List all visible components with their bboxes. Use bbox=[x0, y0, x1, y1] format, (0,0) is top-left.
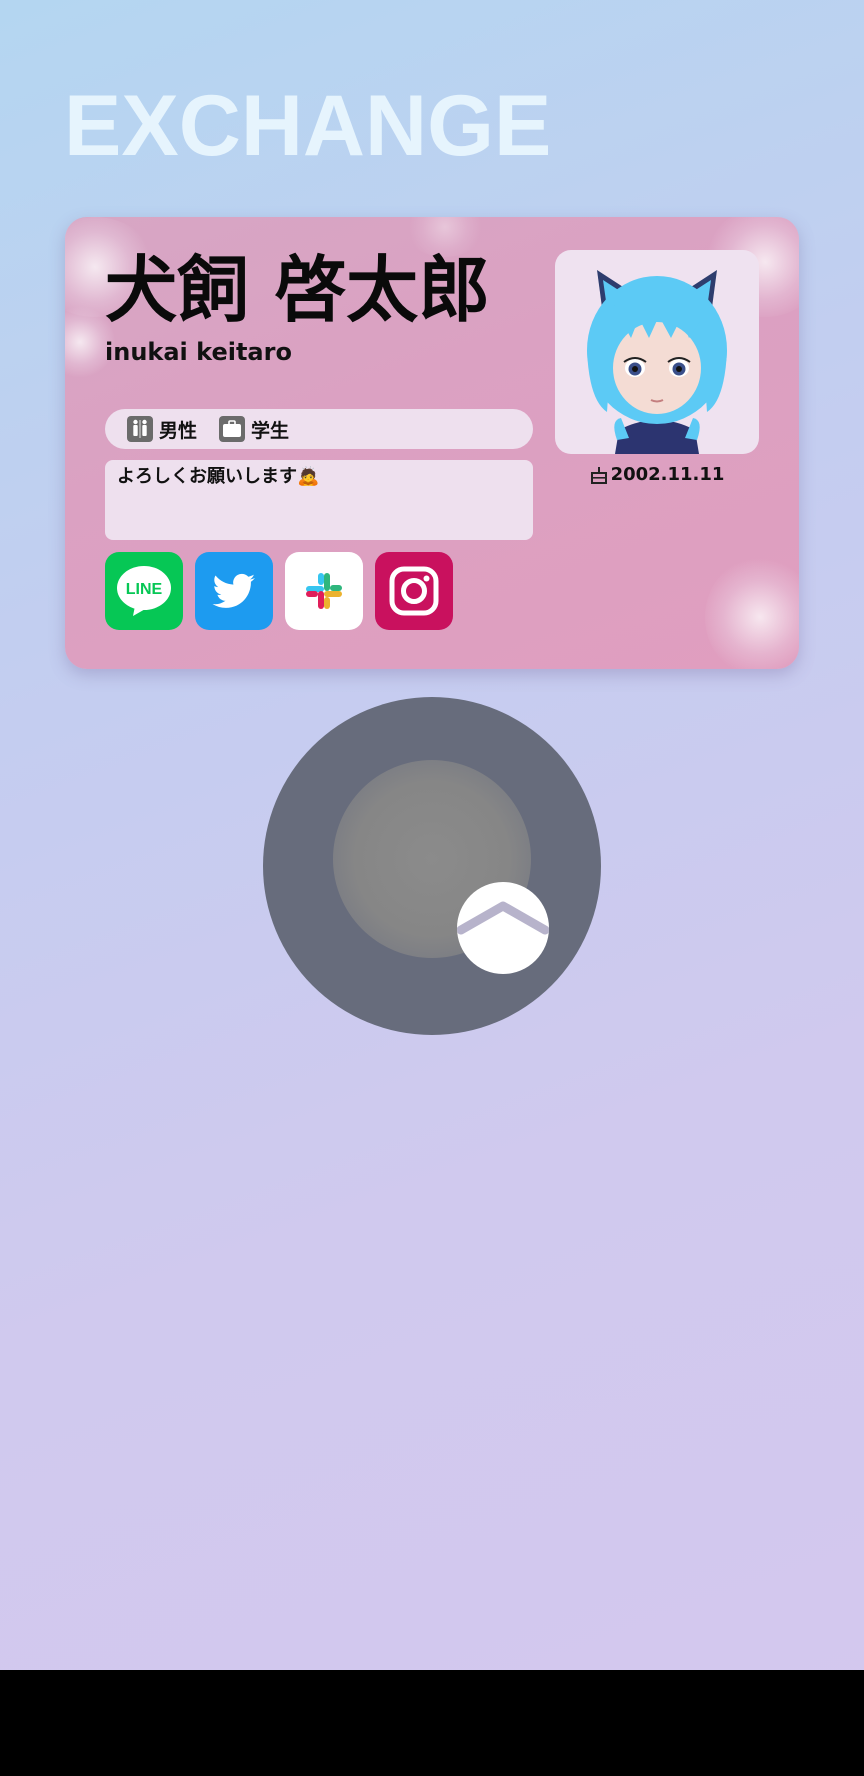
briefcase-icon bbox=[219, 416, 246, 442]
tag-occupation: 学生 bbox=[219, 416, 289, 443]
tag-gender-label: 男性 bbox=[159, 419, 198, 442]
tag-occupation-label: 学生 bbox=[251, 419, 290, 442]
line-logo-text: LINE bbox=[126, 581, 163, 598]
line-icon: LINE bbox=[117, 566, 171, 616]
name-japanese: 犬飼 啓太郎 bbox=[105, 248, 491, 332]
avatar bbox=[555, 250, 759, 454]
twitter-button[interactable] bbox=[195, 552, 273, 630]
swipe-track bbox=[333, 760, 549, 974]
slack-button[interactable] bbox=[285, 552, 363, 630]
slack-icon bbox=[306, 573, 342, 609]
swipe-area[interactable] bbox=[263, 697, 601, 1035]
tag-gender: 男性 bbox=[127, 416, 197, 443]
swipe-up-button[interactable] bbox=[457, 882, 549, 974]
sns-links: LINE bbox=[105, 552, 465, 630]
avatar-character-icon bbox=[587, 270, 727, 454]
twitter-icon bbox=[212, 573, 255, 608]
profile-message: よろしくお願いします🙇 bbox=[105, 460, 533, 540]
chevron-up-icon bbox=[457, 901, 549, 935]
system-navigation-bar bbox=[0, 1670, 864, 1776]
line-button[interactable]: LINE bbox=[105, 552, 183, 630]
page-title: EXCHANGE bbox=[64, 78, 552, 174]
name-romaji: inukai keitaro bbox=[105, 338, 292, 366]
instagram-icon bbox=[389, 566, 439, 616]
cake-icon bbox=[590, 466, 607, 484]
attribute-tags: 男性 学生 bbox=[105, 409, 533, 449]
profile-card[interactable]: 犬飼 啓太郎 inukai keitaro 男性 学生 よろしくお願いします🙇 … bbox=[65, 217, 799, 669]
birthday: 2002.11.11 bbox=[555, 464, 759, 485]
birthday-date: 2002.11.11 bbox=[610, 464, 725, 485]
card-decoration bbox=[705, 557, 799, 669]
instagram-button[interactable] bbox=[375, 552, 453, 630]
restroom-icon bbox=[127, 416, 153, 442]
